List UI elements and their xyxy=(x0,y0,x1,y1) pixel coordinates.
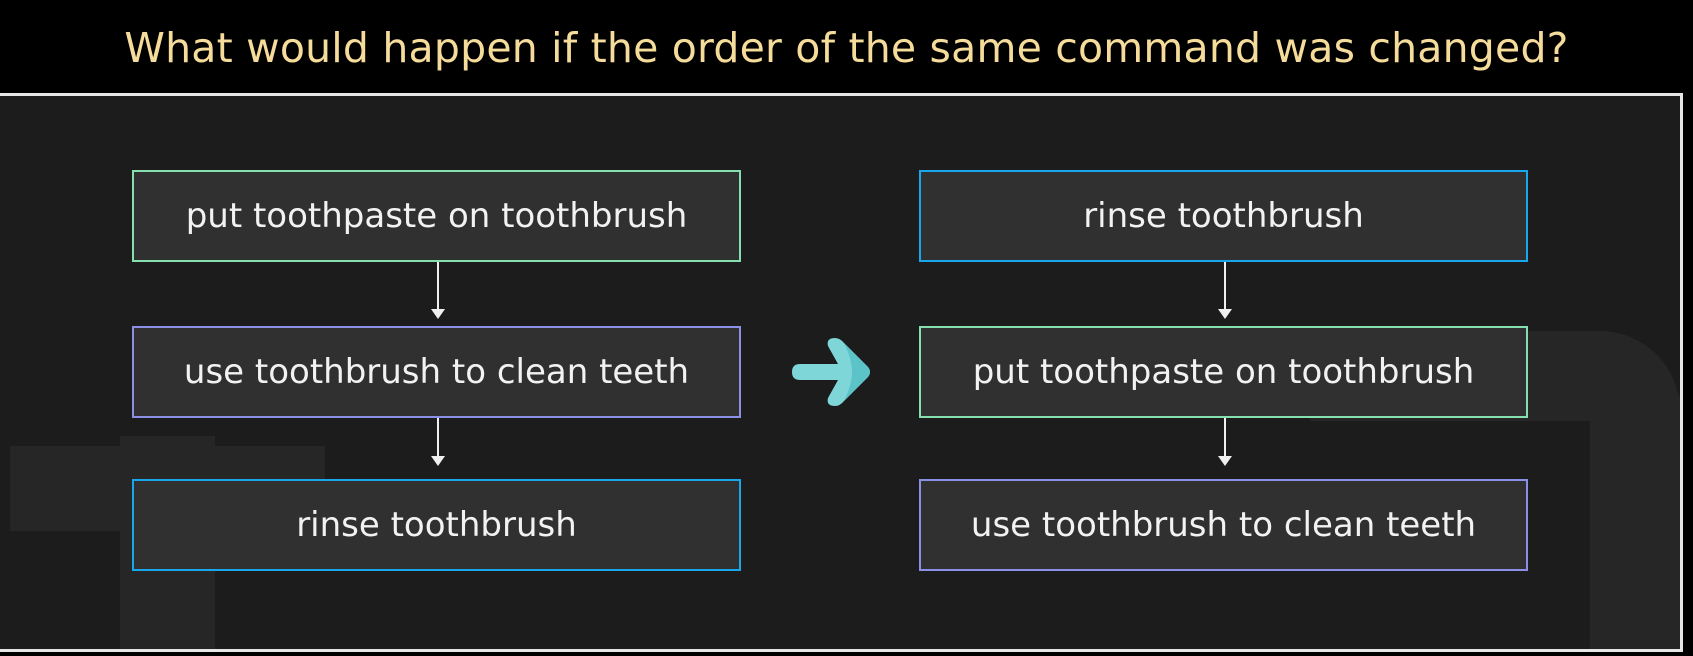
left-step-1: put toothpaste on toothbrush xyxy=(132,170,741,262)
left-connector-2 xyxy=(431,418,445,466)
left-connector-1 xyxy=(431,262,445,319)
right-step-3: use toothbrush to clean teeth xyxy=(919,479,1528,571)
left-step-3-label: rinse toothbrush xyxy=(296,505,577,545)
left-step-3: rinse toothbrush xyxy=(132,479,741,571)
slide-title: What would happen if the order of the sa… xyxy=(124,24,1569,72)
slide: What would happen if the order of the sa… xyxy=(0,0,1693,656)
right-step-1-label: rinse toothbrush xyxy=(1083,196,1364,236)
right-step-1: rinse toothbrush xyxy=(919,170,1528,262)
left-step-2-label: use toothbrush to clean teeth xyxy=(183,352,690,392)
right-step-2: put toothpaste on toothbrush xyxy=(919,326,1528,418)
right-step-3-label: use toothbrush to clean teeth xyxy=(970,505,1477,545)
right-step-2-label: put toothpaste on toothbrush xyxy=(972,352,1475,392)
left-step-2: use toothbrush to clean teeth xyxy=(132,326,741,418)
background-bracket-stem xyxy=(1590,396,1680,649)
right-connector-2 xyxy=(1218,418,1232,466)
arrow-right-icon xyxy=(792,338,870,406)
right-connector-1 xyxy=(1218,262,1232,319)
left-step-1-label: put toothpaste on toothbrush xyxy=(185,196,688,236)
